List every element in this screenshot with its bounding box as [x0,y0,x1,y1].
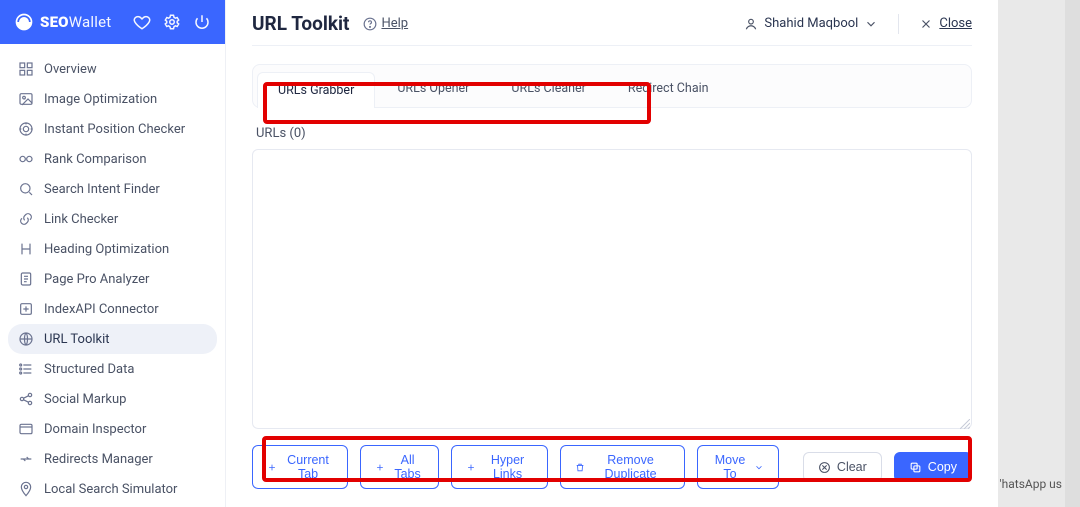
close-link[interactable]: Close [919,16,972,31]
sidebar-item-label: Redirects Manager [44,452,153,467]
domain-icon [18,421,34,437]
compare-icon [18,151,34,167]
sidebar-item-label: IndexAPI Connector [44,302,159,317]
link-icon [18,211,34,227]
action-bar: Current Tab All Tabs Hyper Links Remove … [252,445,972,489]
sidebar-item-label: Search Intent Finder [44,182,160,197]
current-tab-button[interactable]: Current Tab [252,445,348,489]
brand-name: SEOWallet [40,13,111,31]
sidebar-item-label: Overview [44,62,97,77]
clear-button[interactable]: Clear [803,452,882,482]
sidebar-item-structured-data[interactable]: Structured Data [8,354,217,384]
sidebar-item-label: Instant Position Checker [44,122,185,137]
user-name: Shahid Maqbool [764,16,858,31]
sidebar-item-rank-comparison[interactable]: Rank Comparison [8,144,217,174]
all-tabs-button[interactable]: All Tabs [360,445,439,489]
tab-urls-cleaner[interactable]: URLs Cleaner [491,71,605,107]
hyper-links-button[interactable]: Hyper Links [451,445,548,489]
user-menu[interactable]: Shahid Maqbool [744,16,878,31]
help-link[interactable]: Help [363,16,408,31]
list-icon [18,361,34,377]
sidebar-item-link-checker[interactable]: Link Checker [8,204,217,234]
sidebar-item-label: Social Markup [44,392,126,407]
page-title: URL Toolkit [252,12,349,35]
sidebar-item-label: Heading Optimization [44,242,169,257]
api-icon [18,301,34,317]
plus-icon [466,461,476,474]
urls-count-label: URLs (0) [256,126,972,141]
trash-icon [575,461,585,474]
plus-icon [267,461,277,474]
sidebar-item-instant-position-checker[interactable]: Instant Position Checker [8,114,217,144]
user-icon [744,17,758,31]
sidebar-item-label: Structured Data [44,362,134,377]
whatsapp-label: 'hatsApp us [1000,477,1062,491]
sidebar-item-label: URL Toolkit [44,332,110,347]
divider [898,14,899,34]
brand-bar: SEOWallet [0,0,225,44]
browser-gutter: 'hatsApp us [998,0,1080,507]
sidebar-item-url-toolkit[interactable]: URL Toolkit [8,324,217,354]
gear-icon[interactable] [163,13,181,31]
brand: SEOWallet [14,12,111,32]
tool-tabs: URLs GrabberURLs OpenerURLs CleanerRedir… [257,71,967,107]
clear-icon [818,461,831,474]
plus-icon [375,461,385,474]
doc-icon [18,271,34,287]
sidebar-item-domain-inspector[interactable]: Domain Inspector [8,414,217,444]
sidebar-nav: Overview Image Optimization Instant Positi… [0,44,225,507]
sidebar-item-label: Page Pro Analyzer [44,272,149,287]
sidebar-item-heading-optimization[interactable]: Heading Optimization [8,234,217,264]
sidebar: SEOWallet Overview Image Optimization Inst… [0,0,226,507]
target-icon [18,121,34,137]
scrollbar[interactable] [1065,0,1080,507]
sidebar-item-label: Image Optimization [44,92,157,107]
app-shell: SEOWallet Overview Image Optimization Inst… [0,0,998,507]
sidebar-item-label: Domain Inspector [44,422,146,437]
sidebar-item-redirects-manager[interactable]: Redirects Manager [8,444,217,474]
sidebar-item-label: Link Checker [44,212,118,227]
close-icon [919,17,933,31]
search-icon [18,181,34,197]
resize-handle-icon [960,419,970,429]
tab-urls-grabber[interactable]: URLs Grabber [257,72,375,108]
urls-textarea[interactable] [252,149,972,429]
tab-urls-opener[interactable]: URLs Opener [377,71,489,107]
image-icon [18,91,34,107]
move-to-button[interactable]: Move To [697,445,779,489]
brand-logo-icon [14,12,34,32]
heart-icon[interactable] [133,13,151,31]
redirect-icon [18,451,34,467]
globe-icon [18,331,34,347]
chevron-down-icon [864,17,878,31]
remove-duplicate-button[interactable]: Remove Duplicate [560,445,685,489]
chevron-down-icon [754,461,764,474]
share-icon [18,391,34,407]
page-header: URL Toolkit Help Shahid Maqbool Close [252,12,972,46]
sidebar-item-local-search-simulator[interactable]: Local Search Simulator [8,474,217,504]
sidebar-item-page-pro-analyzer[interactable]: Page Pro Analyzer [8,264,217,294]
brand-actions [133,13,211,31]
sidebar-item-search-intent-finder[interactable]: Search Intent Finder [8,174,217,204]
sidebar-item-image-optimization[interactable]: Image Optimization [8,84,217,114]
heading-icon [18,241,34,257]
tab-redirect-chain[interactable]: Redirect Chain [608,71,729,107]
copy-button[interactable]: Copy [894,452,972,482]
tabs-card: URLs GrabberURLs OpenerURLs CleanerRedir… [252,64,972,108]
copy-icon [909,461,922,474]
grid-icon [18,61,34,77]
sidebar-item-label: Rank Comparison [44,152,147,167]
sidebar-item-indexapi-connector[interactable]: IndexAPI Connector [8,294,217,324]
help-icon [363,17,377,31]
sidebar-item-label: Local Search Simulator [44,482,177,497]
power-icon[interactable] [193,13,211,31]
pin-icon [18,481,34,497]
sidebar-item-social-markup[interactable]: Social Markup [8,384,217,414]
main-panel: URL Toolkit Help Shahid Maqbool Close [226,0,998,507]
sidebar-item-overview[interactable]: Overview [8,54,217,84]
